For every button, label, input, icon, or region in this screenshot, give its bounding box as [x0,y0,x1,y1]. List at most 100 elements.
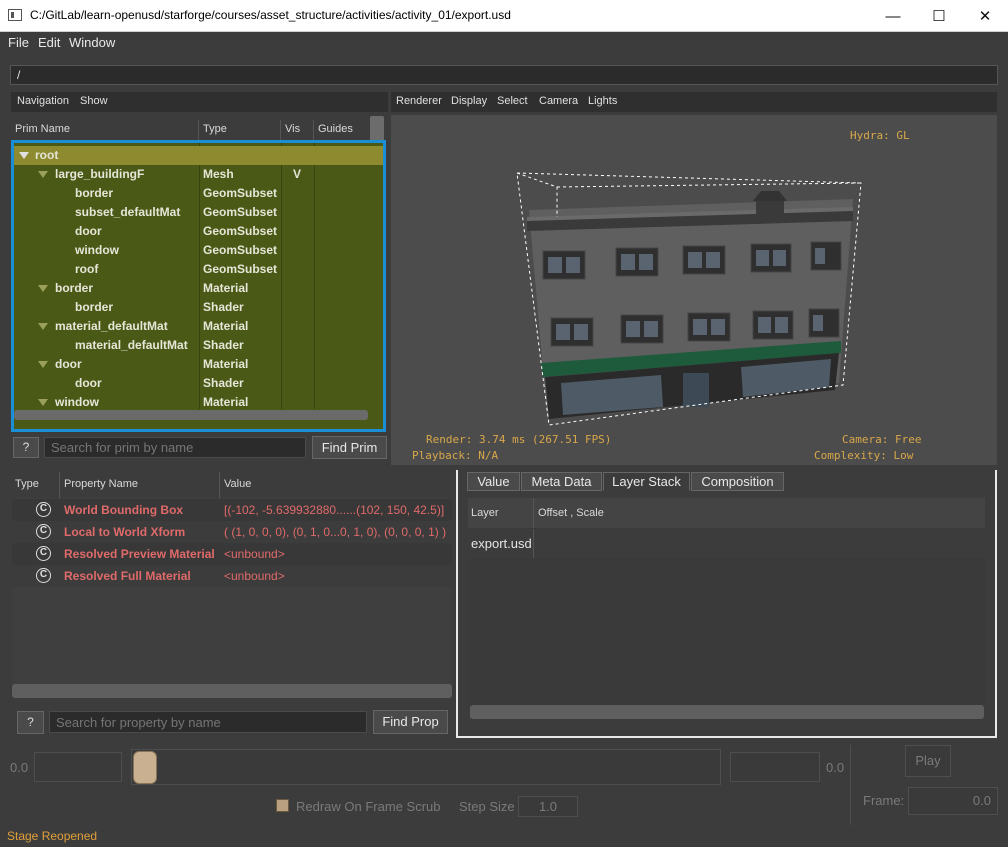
column-offset-scale[interactable]: Offset , Scale [538,507,604,519]
prim-type: Mesh [203,167,234,181]
start-frame-label: 0.0 [10,760,29,775]
redraw-label: Redraw On Frame Scrub [296,799,441,814]
prim-name: door [75,376,102,390]
column-type[interactable]: Type [203,123,227,135]
prim-name: window [75,243,119,257]
tab-value[interactable]: Value [467,472,520,491]
prim-type: GeomSubset [203,186,278,200]
prim-search-input[interactable] [44,437,306,458]
close-button[interactable]: ✕ [962,0,1008,32]
prim-name: border [75,186,114,200]
maximize-button[interactable]: ☐ [916,0,962,32]
menu-file[interactable]: File [8,35,29,50]
expand-arrow-icon[interactable] [38,361,48,368]
prim-name: material_defaultMat [55,319,168,333]
prim-type: Material [203,395,249,409]
property-row[interactable]: C Local to World Xform ( (1, 0, 0, 0), (… [12,521,452,543]
prim-type: Shader [203,376,244,390]
property-search-help-button[interactable]: ? [17,711,44,734]
navigation-menubar: Navigation Show [11,92,388,112]
expand-arrow-icon[interactable] [38,171,48,178]
step-size-label: Step Size [459,799,515,814]
status-bar: Stage Reopened [0,828,1008,847]
property-name: Resolved Full Material [64,569,191,583]
tree-row[interactable]: door GeomSubset [14,222,383,241]
property-row[interactable]: C World Bounding Box [(-102, -5.63993288… [12,499,452,521]
prim-name: roof [75,262,99,276]
prim-type: Shader [203,300,244,314]
frame-slider[interactable] [131,749,721,785]
menu-camera[interactable]: Camera [539,95,578,107]
frame-field[interactable]: 0.0 [908,787,998,815]
column-prim-name[interactable]: Prim Name [15,123,70,135]
prim-path-field[interactable]: / [10,65,998,85]
property-name: Resolved Preview Material [64,547,215,561]
expand-arrow-icon[interactable] [19,152,29,159]
end-frame-field[interactable] [730,752,820,782]
building-render [516,172,862,426]
find-prim-button[interactable]: Find Prim [312,436,387,459]
prim-name: window [55,395,99,409]
expand-arrow-icon[interactable] [38,399,48,406]
column-guides[interactable]: Guides [318,123,353,135]
redraw-checkbox[interactable] [276,799,289,812]
tab-meta-data[interactable]: Meta Data [521,472,602,491]
layer-stack-hscrollbar[interactable] [470,705,984,719]
menu-show[interactable]: Show [80,95,108,107]
play-button[interactable]: Play [905,745,951,777]
layer-stack-header: Layer Offset , Scale [468,498,985,528]
tree-row[interactable]: door Shader [14,374,383,393]
step-size-field[interactable]: 1.0 [518,796,578,817]
prim-name: material_defaultMat [75,338,188,352]
prim-search-help-button[interactable]: ? [13,437,39,458]
menu-renderer[interactable]: Renderer [396,95,442,107]
column-prop-type[interactable]: Type [15,478,39,490]
prim-name: door [75,224,102,238]
property-hscrollbar[interactable] [12,684,452,698]
computed-property-icon: C [36,524,51,539]
tree-row[interactable]: roof GeomSubset [14,260,383,279]
tree-row[interactable]: subset_defaultMat GeomSubset [14,203,383,222]
tree-row[interactable]: large_buildingF Mesh V [14,165,383,184]
property-search-input[interactable] [49,711,367,733]
menu-navigation[interactable]: Navigation [17,95,69,107]
prim-vis[interactable]: V [293,167,301,181]
tab-composition[interactable]: Composition [691,472,784,491]
menu-lights[interactable]: Lights [588,95,617,107]
tree-row[interactable]: door Material [14,355,383,374]
tab-layer-stack[interactable]: Layer Stack [603,472,690,491]
property-row[interactable]: C Resolved Full Material <unbound> [12,565,452,587]
prim-name: root [35,148,59,162]
tree-row[interactable]: window GeomSubset [14,241,383,260]
menu-select[interactable]: Select [497,95,528,107]
tree-row[interactable]: border Material [14,279,383,298]
prim-name: large_buildingF [55,167,145,181]
frame-slider-handle[interactable] [133,751,157,784]
computed-property-icon: C [36,568,51,583]
menu-display[interactable]: Display [451,95,487,107]
prim-type: GeomSubset [203,243,278,257]
column-layer[interactable]: Layer [471,507,499,519]
tree-row[interactable]: material_defaultMat Material [14,317,383,336]
viewport[interactable]: Hydra: GL Render: 3.74 ms (267.51 FPS) P… [391,115,997,465]
property-row[interactable]: C Resolved Preview Material <unbound> [12,543,452,565]
column-vis[interactable]: Vis [285,123,300,135]
prim-name: border [55,281,94,295]
prim-name: door [55,357,82,371]
tree-row[interactable]: border Shader [14,298,383,317]
tree-row[interactable]: material_defaultMat Shader [14,336,383,355]
column-prop-value[interactable]: Value [224,478,251,490]
tree-row[interactable]: root [14,146,383,165]
expand-arrow-icon[interactable] [38,285,48,292]
tree-row[interactable]: border GeomSubset [14,184,383,203]
menu-edit[interactable]: Edit [38,35,60,50]
table-row[interactable]: export.usd [468,529,985,558]
column-prop-name[interactable]: Property Name [64,478,138,490]
prim-tree-hscrollbar[interactable] [14,410,368,420]
start-frame-field[interactable] [34,752,122,782]
find-prop-button[interactable]: Find Prop [373,710,448,734]
expand-arrow-icon[interactable] [38,323,48,330]
minimize-button[interactable]: — [870,0,916,32]
prim-tree: root large_buildingF Mesh V border GeomS… [11,140,386,432]
menu-window[interactable]: Window [69,35,115,50]
